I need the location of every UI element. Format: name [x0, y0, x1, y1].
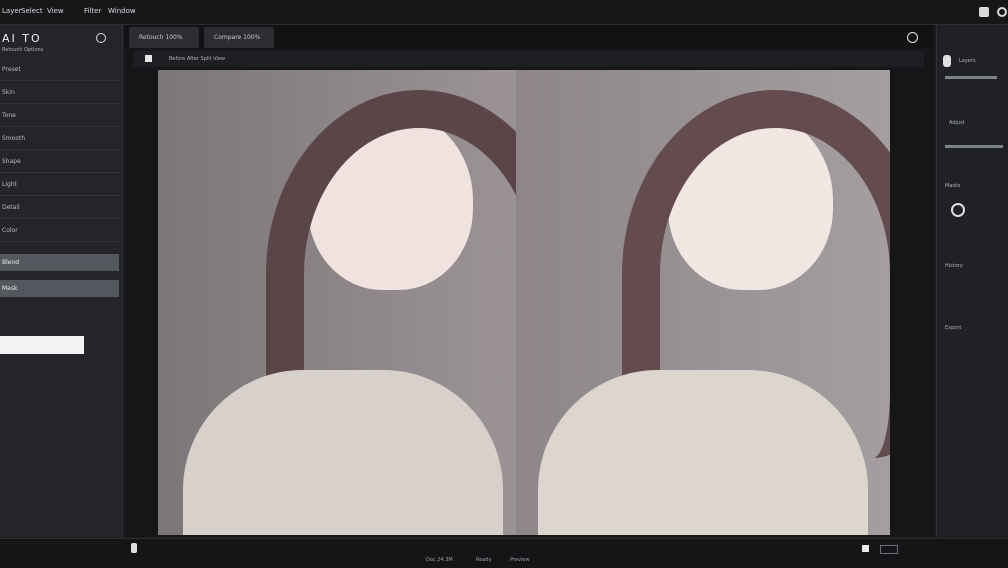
- row-label: Smooth: [2, 135, 26, 142]
- page-icon[interactable]: [131, 543, 137, 553]
- image-frame: [158, 70, 890, 535]
- sweater-shape: [538, 370, 868, 535]
- tab-compare[interactable]: Compare 100%: [204, 27, 274, 48]
- status-center: Ready: [476, 557, 492, 563]
- circle-toggle-icon[interactable]: [96, 33, 106, 43]
- text-field[interactable]: [0, 336, 84, 354]
- row-label: Tone: [2, 112, 16, 119]
- list-item[interactable]: Preset: [0, 60, 120, 81]
- divider: [945, 76, 997, 79]
- list-item[interactable]: Detail: [0, 198, 120, 219]
- viewer-toolbar: Before After Split View: [134, 51, 924, 67]
- right-panel-item[interactable]: Layers: [959, 58, 976, 64]
- tab-retouch[interactable]: Retouch 100%: [129, 27, 199, 48]
- list-item[interactable]: Smooth: [0, 129, 120, 150]
- right-panel-item[interactable]: Adjust: [949, 120, 965, 126]
- status-left: Doc 24.3M: [426, 557, 453, 563]
- square-icon[interactable]: [145, 55, 152, 62]
- panel-title: AI TO: [2, 32, 42, 45]
- selected-row-label: Mask: [2, 285, 18, 292]
- row-label: Light: [2, 181, 17, 188]
- selected-row-label: Blend: [2, 259, 20, 266]
- right-panel-item[interactable]: History: [945, 263, 963, 269]
- zoom-box[interactable]: [880, 545, 898, 554]
- list-item[interactable]: Tone: [0, 106, 120, 127]
- tab-label: Compare 100%: [214, 34, 261, 41]
- viewer-toolbar-text: Before After Split View: [169, 56, 226, 62]
- row-label: Detail: [2, 204, 20, 211]
- divider: [945, 145, 1003, 148]
- panel-subtitle: Retouch Options: [2, 47, 44, 53]
- list-item[interactable]: Shape: [0, 152, 120, 173]
- layer-thumbnail-icon[interactable]: [943, 55, 951, 67]
- row-label: Preset: [2, 66, 21, 73]
- list-item[interactable]: Light: [0, 175, 120, 196]
- list-item[interactable]: Skin: [0, 83, 120, 104]
- status-bar: Doc 24.3M Ready Preview: [0, 538, 1008, 568]
- portrait-image-right: [518, 70, 890, 535]
- menu-item-view[interactable]: View: [47, 7, 64, 15]
- row-label: Skin: [2, 89, 15, 96]
- status-right: Preview: [510, 557, 530, 563]
- square-icon[interactable]: [862, 545, 869, 552]
- menu-item-select[interactable]: Select: [21, 7, 43, 15]
- menu-item-window[interactable]: Window: [108, 7, 136, 15]
- menu-item-layer[interactable]: Layer: [2, 7, 22, 15]
- tab-label: Retouch 100%: [139, 34, 183, 41]
- selected-row[interactable]: Blend: [0, 254, 119, 271]
- top-menu-bar: Layer Select View Filter Window: [0, 0, 1008, 25]
- selected-row[interactable]: Mask: [0, 280, 119, 297]
- portrait-image-left: [158, 70, 516, 535]
- row-label: Color: [2, 227, 18, 234]
- right-panel-item[interactable]: Masks: [945, 183, 960, 189]
- row-label: Shape: [2, 158, 21, 165]
- menu-item-filter[interactable]: Filter: [84, 7, 101, 15]
- list-item[interactable]: Color: [0, 221, 120, 242]
- square-icon[interactable]: [979, 7, 989, 17]
- circle-icon[interactable]: [951, 203, 965, 217]
- left-panel: AI TO Retouch Options Preset Skin Tone S…: [0, 25, 123, 537]
- fullscreen-icon[interactable]: [907, 32, 918, 43]
- tab-bar: Retouch 100% Compare 100%: [124, 25, 934, 48]
- sweater-shape: [183, 370, 503, 535]
- circle-icon[interactable]: [997, 7, 1007, 17]
- right-panel-item[interactable]: Export: [945, 325, 961, 331]
- right-panel: Layers Adjust Masks History Export: [936, 25, 1008, 537]
